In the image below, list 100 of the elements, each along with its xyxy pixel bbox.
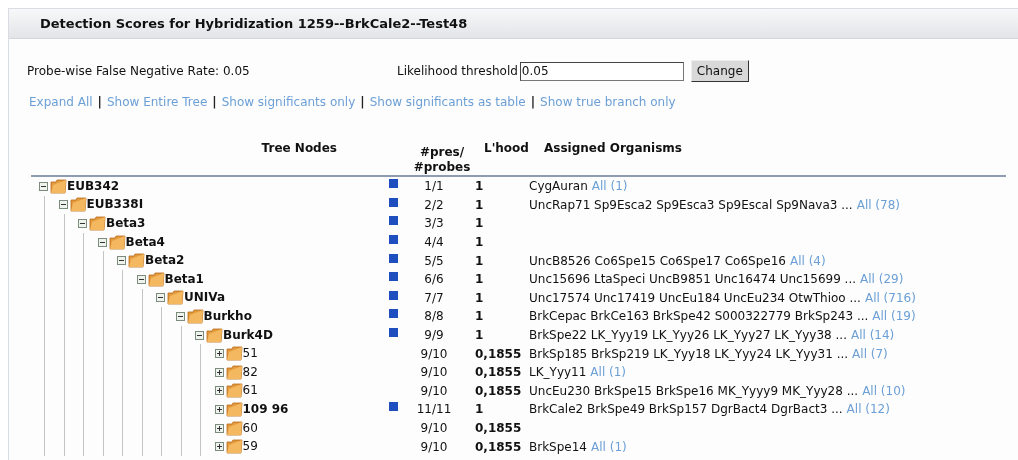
tree-node-label[interactable]: Beta1 xyxy=(164,271,204,287)
organism-list: BrkSpe22 LK_Yyy19 LK_Yyy26 LK_Yyy27 LK_Yyy38 ... xyxy=(529,326,847,345)
folder-icon xyxy=(206,327,223,343)
tree-node-label[interactable]: 82 xyxy=(242,364,258,380)
tree-node-label[interactable]: EUB342 xyxy=(67,178,120,194)
likelihood-value: 1 xyxy=(475,253,484,268)
link-separator: | xyxy=(530,94,536,111)
probe-count: 3/3 xyxy=(424,216,444,231)
probe-count: 4/4 xyxy=(424,235,444,250)
probe-count: 6/6 xyxy=(424,272,444,287)
probe-count: 9/10 xyxy=(420,383,448,398)
likelihood-value: 1 xyxy=(475,272,484,287)
folder-icon xyxy=(225,420,243,436)
likelihood-value: 0,1855 xyxy=(475,439,522,454)
probe-count: 8/8 xyxy=(424,309,444,324)
collapse-icon[interactable] xyxy=(97,237,107,247)
folder-icon xyxy=(108,234,126,250)
probe-count: 9/10 xyxy=(420,346,448,361)
tree-node-label[interactable]: 51 xyxy=(242,346,258,362)
likelihood-value: 1 xyxy=(475,290,484,305)
organism-list: Unc15696 LtaSpeci UncB9851 Unc16474 Unc15699 ... xyxy=(529,270,857,289)
organism-list: LK_Yyy11 xyxy=(529,363,587,382)
expand-icon[interactable] xyxy=(214,367,224,377)
organism-list: BrkSp185 BrkSp219 LK_Yyy18 LK_Yyy24 LK_Yyy31 ... xyxy=(529,344,849,363)
folder-icon xyxy=(89,216,106,231)
likelihood-value: 1 xyxy=(475,402,484,417)
probe-count: 11/11 xyxy=(416,402,452,417)
column-header: Tree Nodes xyxy=(260,140,337,157)
tree-node-label[interactable]: Beta2 xyxy=(145,253,185,269)
collapse-icon[interactable] xyxy=(117,256,126,266)
panel-title: Detection Scores for Hybridization 1259--BrkCale2--Test48 xyxy=(40,14,468,33)
false-negative-rate-label: Probe-wise False Negative Rate: 0.05 xyxy=(27,63,251,80)
likelihood-value: 0,1855 xyxy=(475,346,522,361)
organism-list: UncEu230 BrkSpe15 BrkSpe16 MK_Yyyy9 MK_Yyy28 ... xyxy=(529,381,859,400)
likelihood-value: 0,1855 xyxy=(475,383,522,398)
likelihood-value: 0,1855 xyxy=(475,421,522,435)
organism-list: BrkCepac BrkCe163 BrkSpe42 S000322779 BrkSp243 ... xyxy=(529,307,869,326)
likelihood-value: 0,1855 xyxy=(475,365,522,380)
folder-icon xyxy=(167,290,184,306)
collapse-icon[interactable] xyxy=(78,219,87,228)
probe-count: 2/2 xyxy=(424,197,444,212)
folder-icon xyxy=(128,253,145,269)
tree-node-label[interactable]: UNIVa xyxy=(184,290,225,306)
tree-node-label[interactable]: Burk4D xyxy=(223,327,273,343)
threshold-field[interactable]: 0.05 xyxy=(519,61,684,81)
tree-node-label[interactable]: 59 xyxy=(242,439,258,455)
folder-icon xyxy=(186,308,204,324)
probe-count: 9/10 xyxy=(420,365,448,380)
column-header: #pres/ #probes xyxy=(412,145,472,175)
expand-icon[interactable] xyxy=(214,386,224,396)
tree-node-label[interactable]: Beta3 xyxy=(106,216,146,231)
column-header: L'hood xyxy=(484,140,530,157)
tree-node-label[interactable]: EUB338I xyxy=(86,197,144,213)
organism-list: UncRap71 Sp9Esca2 Sp9Esca3 Sp9Escal Sp9Nava3 ... xyxy=(529,195,853,214)
threshold-label: Likelihood threshold xyxy=(397,63,518,80)
collapse-icon[interactable] xyxy=(195,330,204,340)
likelihood-value: 1 xyxy=(475,328,484,343)
folder-icon xyxy=(147,271,165,287)
probe-count: 9/10 xyxy=(420,421,448,435)
expand-icon[interactable] xyxy=(214,404,224,414)
tree-node-label[interactable]: Burkho xyxy=(203,308,252,324)
collapse-icon[interactable] xyxy=(175,311,185,321)
link-separator: | xyxy=(360,94,365,111)
organism-list: BrkCale2 BrkSpe49 BrkSp157 DgrBact4 DgrBact3 ... xyxy=(529,400,843,419)
likelihood-value: 1 xyxy=(475,216,484,231)
folder-icon xyxy=(225,346,243,362)
tree-node-label[interactable]: 60 xyxy=(242,420,258,436)
collapse-icon[interactable] xyxy=(156,293,165,303)
expand-icon[interactable] xyxy=(214,442,224,452)
folder-icon xyxy=(225,439,243,455)
tree-node-label[interactable]: Beta4 xyxy=(125,234,165,250)
probe-count: 1/1 xyxy=(424,179,444,194)
likelihood-value: 1 xyxy=(475,197,484,212)
link-separator: | xyxy=(97,94,102,111)
link-separator: | xyxy=(212,94,217,111)
tree-node-label[interactable]: 109 96 xyxy=(242,401,289,417)
collapse-icon[interactable] xyxy=(136,274,146,284)
change-button[interactable]: Change xyxy=(690,60,749,82)
folder-icon xyxy=(50,178,67,194)
collapse-icon[interactable] xyxy=(58,200,68,210)
expand-icon[interactable] xyxy=(214,423,224,433)
collapse-icon[interactable] xyxy=(39,181,48,191)
organism-list: CygAuran xyxy=(529,177,588,196)
likelihood-value: 1 xyxy=(475,235,484,250)
probe-count: 9/9 xyxy=(424,328,444,343)
probe-count: 9/10 xyxy=(420,439,448,454)
likelihood-value: 1 xyxy=(475,179,484,194)
probe-count: 5/5 xyxy=(424,253,444,268)
tree-node-label[interactable]: 61 xyxy=(242,383,258,399)
organism-list: BrkSpe14 xyxy=(529,437,587,456)
organism-list: Unc17574 Unc17419 UncEu184 UncEu234 OtwThioo ... xyxy=(529,288,861,307)
folder-icon xyxy=(225,383,243,399)
organism-list: UncB8526 Co6Spe15 Co6Spe17 Co6Spe16 xyxy=(529,251,786,270)
likelihood-value: 1 xyxy=(475,309,484,324)
folder-icon xyxy=(225,401,243,417)
folder-icon xyxy=(225,364,243,380)
folder-icon xyxy=(69,197,87,213)
probe-count: 7/7 xyxy=(424,290,444,305)
column-header: Assigned Organisms xyxy=(544,140,682,157)
expand-icon[interactable] xyxy=(214,349,224,359)
